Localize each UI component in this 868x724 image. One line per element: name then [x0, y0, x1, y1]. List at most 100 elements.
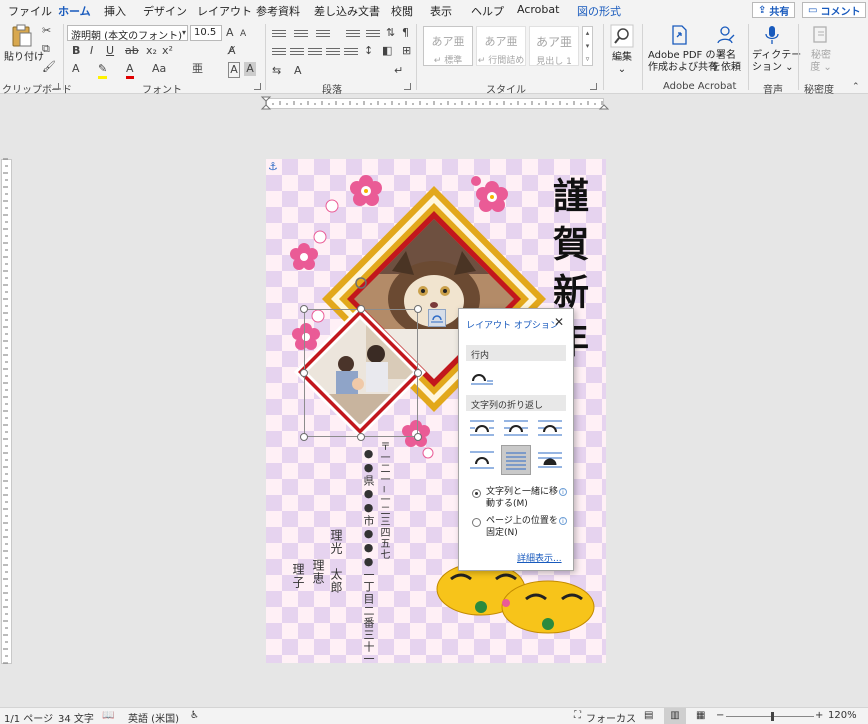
style-no-spacing[interactable]: あア亜 ↵ 行間詰め: [476, 26, 526, 66]
wrap-square-option[interactable]: [469, 417, 495, 439]
enter-icon[interactable]: ↵: [394, 64, 403, 78]
read-mode-icon[interactable]: ▤: [644, 710, 653, 721]
accessibility-icon[interactable]: ♿: [190, 710, 199, 721]
focus-icon[interactable]: ⛶: [574, 710, 581, 721]
language-indicator[interactable]: 英語 (米国): [128, 710, 179, 724]
web-layout-icon[interactable]: ▦: [696, 710, 705, 721]
sender-name-2[interactable]: 理恵: [310, 559, 327, 585]
style-normal[interactable]: あア亜 ↵ 標準: [423, 26, 473, 66]
align-right-icon[interactable]: [308, 46, 322, 58]
tab-design[interactable]: デザイン: [143, 3, 187, 19]
create-share-pdf-button[interactable]: Adobe PDF の 作成および共有: [648, 24, 718, 74]
superscript-icon[interactable]: x²: [162, 44, 173, 58]
move-with-text-radio[interactable]: [472, 489, 481, 498]
focus-mode-button[interactable]: フォーカス: [586, 710, 636, 724]
strikethrough-icon[interactable]: ab: [125, 44, 139, 58]
zoom-level[interactable]: 120%: [828, 710, 857, 721]
proofing-icon[interactable]: 📖: [102, 710, 114, 721]
paragraph-launcher[interactable]: [404, 83, 411, 90]
zoom-in-icon[interactable]: +: [815, 710, 823, 721]
tab-acrobat[interactable]: Acrobat: [517, 3, 559, 16]
address-text[interactable]: ●●県●●市●●●一丁目二番三十一号: [360, 447, 376, 663]
align-center-icon[interactable]: [290, 46, 304, 58]
borders-icon[interactable]: ⊞: [402, 44, 411, 58]
tab-picture-format[interactable]: 図の形式: [577, 3, 621, 19]
grow-font-icon[interactable]: A: [226, 26, 234, 40]
tab-home[interactable]: ホーム: [58, 3, 91, 23]
fix-position-radio[interactable]: [472, 518, 481, 527]
highlight-icon[interactable]: ✎: [98, 62, 108, 79]
request-signature-button[interactable]: 署名 を依頼: [711, 24, 741, 74]
collapse-ribbon-icon[interactable]: ⌃: [852, 80, 860, 94]
sensitivity-button[interactable]: 秘密 度 ⌄: [804, 24, 838, 74]
change-case-icon[interactable]: Aa: [152, 62, 166, 76]
asian-layout-icon[interactable]: A: [294, 64, 302, 78]
tab-references[interactable]: 参考資料: [256, 3, 300, 19]
shading-icon[interactable]: ◧: [382, 44, 392, 58]
wrap-top-bottom-option[interactable]: [469, 449, 495, 471]
zoom-slider[interactable]: [726, 716, 814, 717]
char-shading-icon[interactable]: A: [244, 62, 256, 76]
pilcrow-icon[interactable]: ¶: [402, 26, 409, 40]
style-heading-1[interactable]: あア亜 見出し 1: [529, 26, 579, 67]
comments-button[interactable]: ▭ コメント: [802, 2, 867, 18]
picture-selection-box[interactable]: [304, 309, 418, 437]
wrap-through-option[interactable]: [537, 417, 563, 439]
wrap-tight-option[interactable]: [503, 417, 529, 439]
layout-options-button[interactable]: [428, 309, 446, 327]
clear-format-icon[interactable]: A̸: [228, 44, 236, 58]
numbering-icon[interactable]: [294, 28, 308, 40]
word-count[interactable]: 34 文字: [58, 710, 94, 724]
wrap-inline-option[interactable]: [469, 367, 495, 389]
close-icon[interactable]: ✕: [554, 315, 564, 329]
sort-icon[interactable]: ⇅: [386, 26, 395, 40]
tab-view[interactable]: 表示: [430, 3, 452, 19]
tab-insert[interactable]: 挿入: [104, 3, 126, 19]
tab-help[interactable]: ヘルプ: [471, 3, 504, 19]
multilevel-list-icon[interactable]: [316, 28, 330, 40]
clipboard-launcher[interactable]: [52, 83, 59, 90]
sender-name-1[interactable]: 理光 太郎: [328, 529, 345, 594]
underline-icon[interactable]: U: [106, 44, 114, 58]
see-more-link[interactable]: 詳細表示...: [517, 551, 562, 564]
format-painter-icon[interactable]: 🖌: [42, 60, 56, 74]
tab-layout[interactable]: レイアウト: [197, 3, 252, 19]
cut-icon[interactable]: ✂: [42, 24, 51, 38]
zoom-out-icon[interactable]: −: [716, 710, 724, 721]
shrink-font-icon[interactable]: A: [240, 27, 246, 41]
text-direction-icon[interactable]: ⇆: [272, 64, 281, 78]
decrease-indent-icon[interactable]: [346, 28, 360, 40]
bullets-icon[interactable]: [272, 28, 286, 40]
paste-button[interactable]: 貼り付け: [4, 24, 44, 64]
share-button[interactable]: ⇪ 共有: [752, 2, 796, 18]
justify-icon[interactable]: [326, 46, 340, 58]
line-spacing-icon[interactable]: ↕: [364, 44, 373, 58]
chevron-down-icon[interactable]: ▾: [182, 26, 186, 40]
align-left-icon[interactable]: [272, 46, 286, 58]
copy-icon[interactable]: ⧉: [42, 42, 50, 56]
sender-name-3[interactable]: 理子: [290, 563, 307, 589]
bold-icon[interactable]: B: [72, 44, 80, 58]
print-layout-icon[interactable]: ▥: [664, 708, 686, 724]
styles-gallery-scroll[interactable]: ▴ ▾ ▿: [582, 26, 593, 66]
font-name-combo[interactable]: 游明朝 (本文のフォント): [67, 25, 188, 41]
info-icon[interactable]: i: [559, 488, 567, 496]
font-color-icon[interactable]: A: [126, 62, 134, 79]
dictate-button[interactable]: ディクテー ション ⌄: [752, 24, 801, 74]
info-icon[interactable]: i: [559, 517, 567, 525]
styles-launcher[interactable]: [590, 83, 597, 90]
font-launcher[interactable]: [254, 83, 261, 90]
char-border-icon[interactable]: A: [228, 62, 240, 78]
wrap-in-front-option[interactable]: [537, 449, 563, 471]
text-effects-icon[interactable]: A: [72, 62, 80, 76]
tab-file[interactable]: ファイル: [8, 3, 52, 19]
wrap-behind-text-option[interactable]: [501, 445, 531, 475]
phonetic-guide-icon[interactable]: 亜: [192, 62, 203, 76]
italic-icon[interactable]: I: [90, 44, 93, 58]
tab-mailings[interactable]: 差し込み文書: [314, 3, 380, 19]
distributed-icon[interactable]: [344, 46, 358, 58]
postal-code[interactable]: 〒一二一−一二三四五七: [376, 441, 391, 560]
editing-button[interactable]: 編集 ⌄: [608, 24, 636, 76]
zoom-slider-thumb[interactable]: [771, 712, 774, 721]
tab-review[interactable]: 校閲: [391, 3, 413, 19]
